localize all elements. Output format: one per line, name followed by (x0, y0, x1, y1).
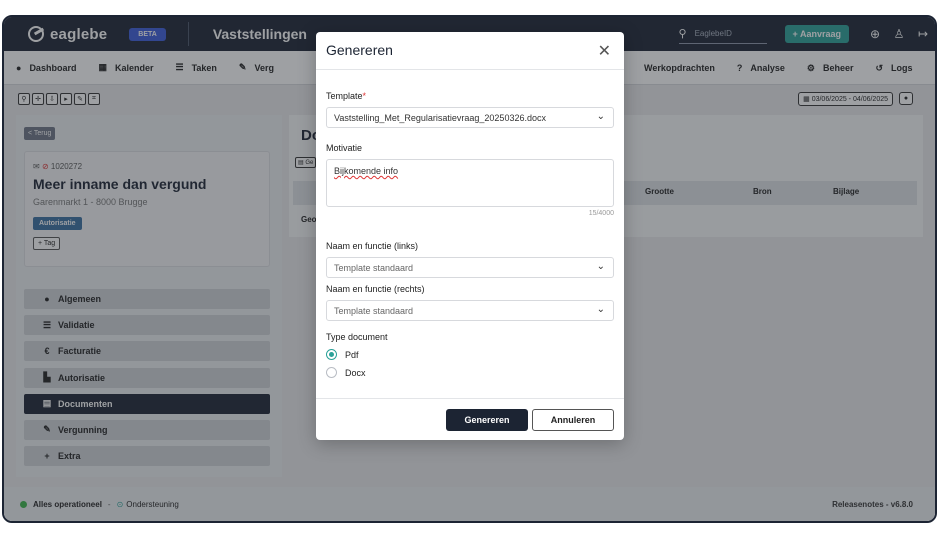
naam-links-value: Template standaard (334, 263, 414, 273)
character-counter: 15/4000 (588, 210, 614, 217)
template-label: Template* (326, 91, 366, 101)
modal-footer-divider (316, 398, 624, 399)
required-marker: * (362, 91, 367, 101)
radio-label: Pdf (345, 349, 359, 360)
radio-docx[interactable]: Docx (326, 367, 366, 378)
motivatie-label: Motivatie (326, 143, 363, 153)
chevron-down-icon: ⌄ (596, 304, 605, 315)
cancel-button[interactable]: Annuleren (532, 409, 614, 431)
naam-links-select[interactable]: Template standaard ⌄ (326, 257, 614, 278)
naam-rechts-value: Template standaard (334, 306, 414, 316)
modal-title: Genereren (326, 42, 393, 58)
motivatie-textarea[interactable]: Bijkomende info (326, 159, 614, 207)
chevron-down-icon: ⌄ (596, 111, 605, 122)
modal-header: Genereren ✕ (316, 32, 624, 70)
template-label-text: Template (326, 91, 363, 101)
naam-rechts-select[interactable]: Template standaard ⌄ (326, 300, 614, 321)
naam-rechts-label: Naam en functie (rechts) (326, 284, 425, 294)
generate-modal: Genereren ✕ Template* Vaststelling_Met_R… (316, 32, 624, 440)
radio-checked-icon (326, 349, 337, 360)
naam-links-label: Naam en functie (links) (326, 241, 419, 251)
type-document-label: Type document (326, 332, 388, 342)
radio-label: Docx (345, 367, 366, 378)
close-icon[interactable]: ✕ (598, 41, 611, 61)
motivatie-value: Bijkomende info (334, 166, 399, 176)
generate-button[interactable]: Genereren (446, 409, 528, 431)
template-select[interactable]: Vaststelling_Met_Regularisatievraag_2025… (326, 107, 614, 128)
chevron-down-icon: ⌄ (596, 261, 605, 272)
template-value: Vaststelling_Met_Regularisatievraag_2025… (334, 113, 546, 123)
radio-unchecked-icon (326, 367, 337, 378)
radio-pdf[interactable]: Pdf (326, 349, 359, 360)
